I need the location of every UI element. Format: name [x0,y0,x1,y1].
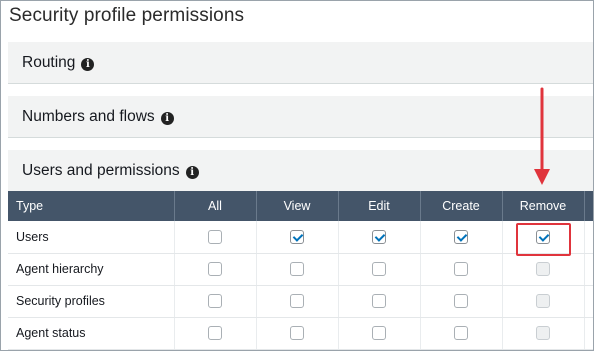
edit-checkbox[interactable] [372,230,386,245]
section-routing[interactable]: Routing i [8,42,593,84]
create-checkbox[interactable] [454,230,468,245]
table-header-row: Type All View Edit Create Remove [8,191,593,221]
column-header-all: All [174,191,257,221]
info-icon[interactable]: i [185,165,199,179]
column-header-spacer [584,191,593,221]
all-checkbox[interactable] [208,294,222,309]
cell-edit [338,317,421,350]
cell-remove [502,285,585,318]
cell-create [420,317,503,350]
info-icon[interactable]: i [160,111,174,125]
column-header-view: View [256,191,339,221]
remove-checkbox [536,262,550,277]
cell-view [256,253,339,286]
section-users-and-permissions-text: Users and permissions [22,162,180,179]
row-type-label: Agent status [8,317,175,350]
cell-view [256,285,339,318]
cell-create [420,285,503,318]
cell-remove [502,317,585,350]
create-checkbox[interactable] [454,294,468,309]
view-checkbox[interactable] [290,262,304,277]
all-checkbox[interactable] [208,326,222,341]
all-checkbox[interactable] [208,230,222,245]
row-spacer [584,285,593,318]
column-header-create: Create [420,191,503,221]
create-checkbox[interactable] [454,326,468,341]
table-row: Users [8,221,593,254]
edit-checkbox[interactable] [372,262,386,277]
cell-create [420,221,503,254]
permissions-table: Type All View Edit Create Remove Users Ag… [8,191,593,350]
column-header-edit: Edit [338,191,421,221]
remove-checkbox[interactable] [536,230,550,245]
remove-checkbox [536,326,550,341]
view-checkbox[interactable] [290,326,304,341]
column-header-type: Type [8,191,175,221]
permissions-panel: Security profile permissions Routing i N… [0,0,594,351]
all-checkbox[interactable] [208,262,222,277]
create-checkbox[interactable] [454,262,468,277]
table-row: Agent hierarchy [8,253,593,286]
row-type-label: Security profiles [8,285,175,318]
view-checkbox[interactable] [290,294,304,309]
row-type-label: Agent hierarchy [8,253,175,286]
cell-create [420,253,503,286]
edit-checkbox[interactable] [372,294,386,309]
cell-all [174,317,257,350]
cell-remove [502,253,585,286]
cell-all [174,253,257,286]
red-arrow-annotation [534,87,550,185]
section-label-routing[interactable]: Routing i [22,54,95,72]
cell-all [174,221,257,254]
row-spacer [584,253,593,286]
section-routing-text: Routing [22,54,76,71]
cell-view [256,317,339,350]
cell-edit [338,285,421,318]
section-label-numbers-and-flows[interactable]: Numbers and flows i [22,108,174,126]
column-header-remove: Remove [502,191,585,221]
row-type-label: Users [8,221,175,254]
cell-edit [338,221,421,254]
cell-remove [502,221,585,254]
section-numbers-and-flows-text: Numbers and flows [22,108,155,125]
section-label-users-and-permissions[interactable]: Users and permissions i [22,162,199,180]
cell-all [174,285,257,318]
section-numbers-and-flows[interactable]: Numbers and flows i [8,96,593,138]
remove-checkbox [536,294,550,309]
view-checkbox[interactable] [290,230,304,245]
cell-edit [338,253,421,286]
page-title: Security profile permissions [9,5,245,26]
row-spacer [584,221,593,254]
row-spacer [584,317,593,350]
info-icon[interactable]: i [81,57,95,71]
section-users-and-permissions[interactable]: Users and permissions i [8,150,593,191]
cell-view [256,221,339,254]
table-row: Security profiles [8,285,593,318]
table-row: Agent status [8,317,593,350]
edit-checkbox[interactable] [372,326,386,341]
